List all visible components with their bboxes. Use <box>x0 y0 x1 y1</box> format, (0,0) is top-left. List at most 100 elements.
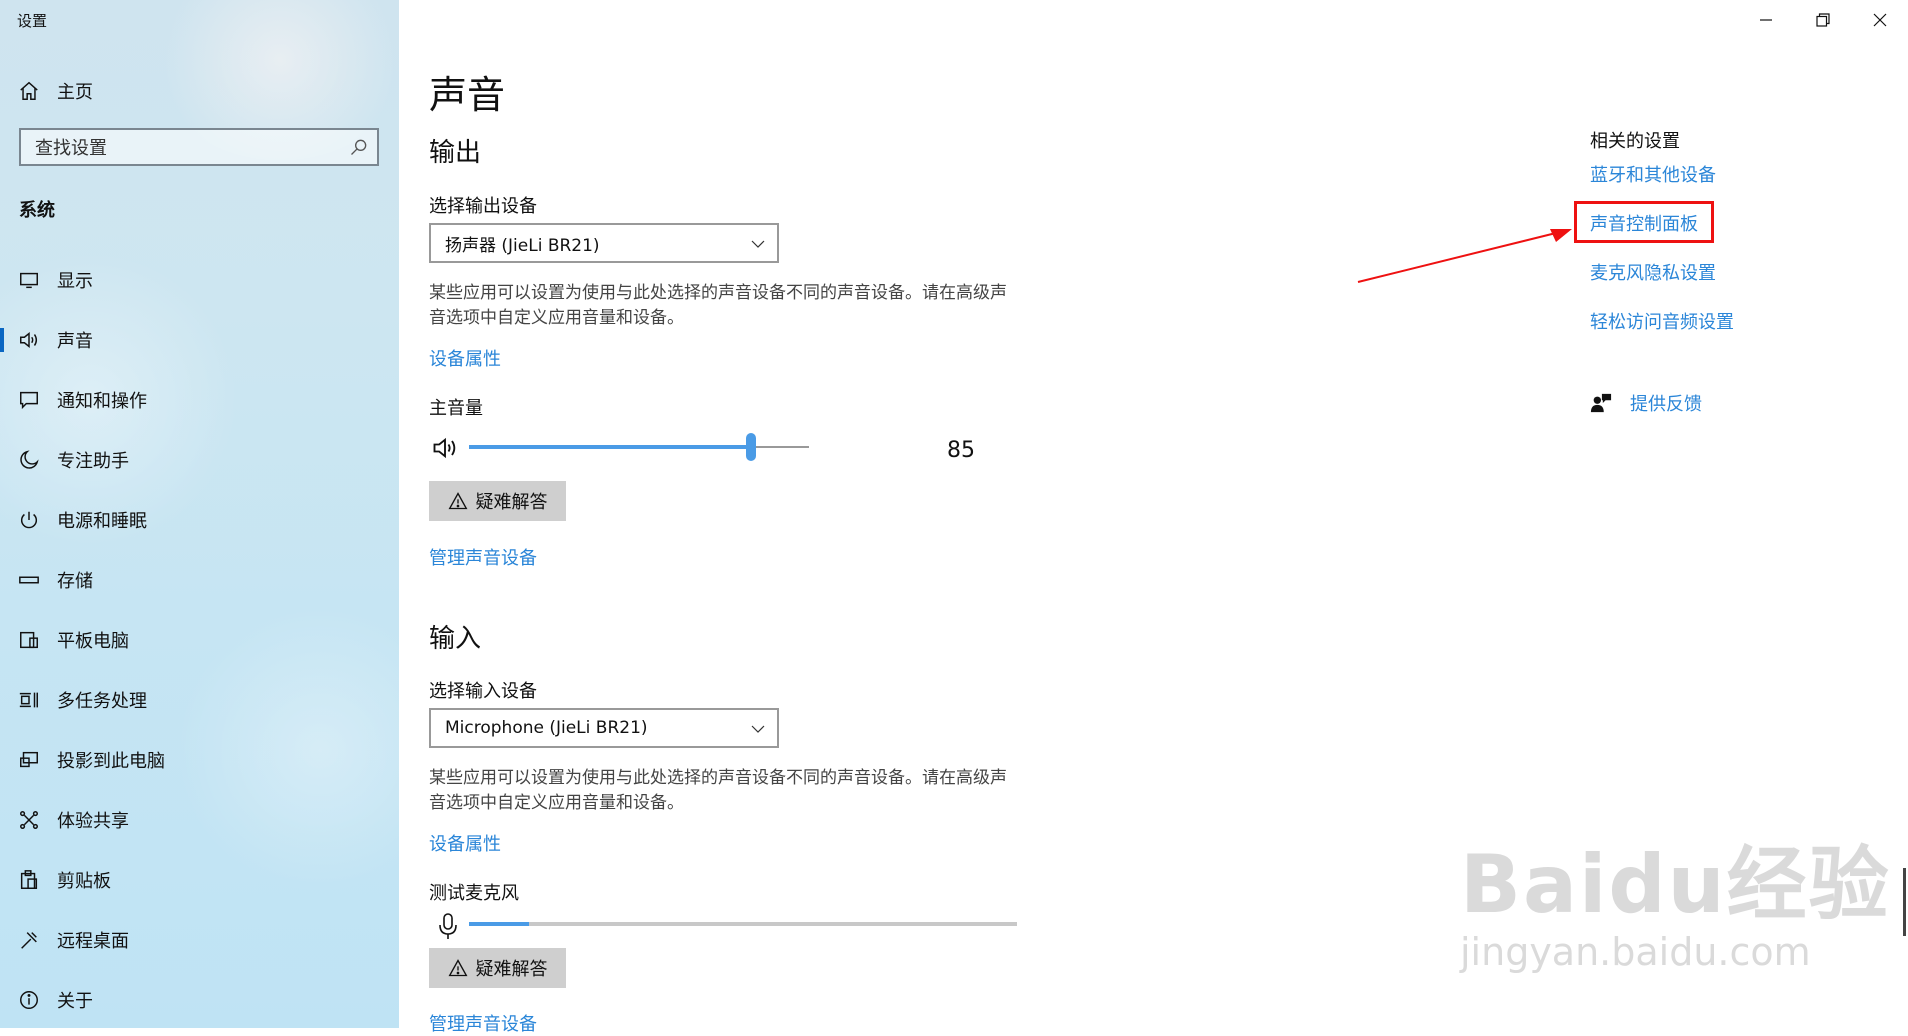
sidebar-item-about[interactable]: 关于 <box>0 970 399 1028</box>
power-icon <box>20 511 38 529</box>
troubleshoot-label: 疑难解答 <box>475 492 548 513</box>
sidebar-item-power[interactable]: 电源和睡眠 <box>0 490 399 550</box>
close-icon <box>1873 13 1887 27</box>
output-device-label: 选择输出设备 <box>429 196 537 217</box>
sidebar-item-display[interactable]: 显示 <box>0 250 399 310</box>
highlight-annotation-box <box>1574 201 1714 243</box>
info-icon <box>20 991 38 1009</box>
scrollbar[interactable] <box>1903 868 1906 936</box>
search-icon <box>351 139 367 155</box>
sidebar-item-notifications[interactable]: 通知和操作 <box>0 370 399 430</box>
sidebar-item-label: 远程桌面 <box>57 931 129 952</box>
output-troubleshoot-button[interactable]: 疑难解答 <box>429 481 566 521</box>
annotation-arrow-icon <box>1357 229 1572 283</box>
sidebar: 设置 主页 系统 显示 声音 通知和操作 专注助手 <box>0 0 399 1028</box>
master-volume-label: 主音量 <box>429 398 483 419</box>
output-device-dropdown[interactable]: 扬声器 (JieLi BR21) <box>429 223 779 263</box>
watermark-brand: Baidu经验 <box>1460 838 1891 931</box>
input-device-label: 选择输入设备 <box>429 681 537 702</box>
give-feedback-label: 提供反馈 <box>1630 394 1702 415</box>
input-troubleshoot-button[interactable]: 疑难解答 <box>429 948 566 988</box>
watermark-url: jingyan.baidu.com <box>1460 930 1811 974</box>
sidebar-item-label: 声音 <box>57 331 93 352</box>
sidebar-item-label: 剪贴板 <box>57 871 111 892</box>
ease-of-access-audio-link[interactable]: 轻松访问音频设置 <box>1590 308 1734 334</box>
sidebar-item-label: 电源和睡眠 <box>57 511 147 532</box>
related-settings-heading: 相关的设置 <box>1590 131 1680 152</box>
watermark: Baidu经验 jingyan.baidu.com <box>1460 820 1891 974</box>
sidebar-item-tablet[interactable]: 平板电脑 <box>0 610 399 670</box>
chevron-down-icon <box>751 725 765 733</box>
sidebar-item-sound[interactable]: 声音 <box>0 310 399 370</box>
output-description: 某些应用可以设置为使用与此处选择的声音设备不同的声音设备。请在高级声音选项中自定… <box>429 283 1007 328</box>
output-heading: 输出 <box>429 138 482 168</box>
sidebar-item-label: 存储 <box>57 571 93 592</box>
manage-input-devices-link[interactable]: 管理声音设备 <box>429 1010 537 1036</box>
clipboard-icon <box>20 870 38 889</box>
sidebar-item-project[interactable]: 投影到此电脑 <box>0 730 399 790</box>
sidebar-item-remote-desktop[interactable]: 远程桌面 <box>0 910 399 970</box>
slider-fill <box>469 445 752 449</box>
sidebar-item-clipboard[interactable]: 剪贴板 <box>0 850 399 910</box>
warning-icon <box>448 959 467 977</box>
tablet-icon <box>20 631 38 649</box>
window-title: 设置 <box>17 12 48 30</box>
sidebar-item-label: 体验共享 <box>57 811 129 832</box>
project-icon <box>20 751 38 768</box>
microphone-icon <box>439 913 457 939</box>
sidebar-item-label: 投影到此电脑 <box>57 751 165 772</box>
output-device-properties-link[interactable]: 设备属性 <box>429 345 501 371</box>
sidebar-item-label: 平板电脑 <box>57 631 129 652</box>
speaker-icon[interactable] <box>431 434 459 462</box>
test-microphone-label: 测试麦克风 <box>429 883 519 904</box>
output-device-value: 扬声器 (JieLi BR21) <box>445 235 600 256</box>
sidebar-item-label: 显示 <box>57 271 93 292</box>
sidebar-item-label: 关于 <box>57 991 93 1012</box>
share-icon <box>20 811 38 829</box>
input-description: 某些应用可以设置为使用与此处选择的声音设备不同的声音设备。请在高级声音选项中自定… <box>429 768 1007 813</box>
search-input[interactable] <box>33 130 347 166</box>
microphone-level-fill <box>469 922 530 926</box>
sidebar-item-label: 通知和操作 <box>57 391 147 412</box>
display-icon <box>20 272 38 289</box>
minimize-icon <box>1760 19 1772 21</box>
feedback-icon <box>1590 393 1612 413</box>
restore-icon <box>1816 13 1830 27</box>
sidebar-item-multitasking[interactable]: 多任务处理 <box>0 670 399 730</box>
sidebar-home[interactable]: 主页 <box>18 76 93 106</box>
troubleshoot-label: 疑难解答 <box>475 959 548 980</box>
remote-desktop-icon <box>21 932 37 949</box>
input-device-value: Microphone (JieLi BR21) <box>445 718 648 738</box>
master-volume-slider[interactable] <box>469 433 809 461</box>
manage-sound-devices-link[interactable]: 管理声音设备 <box>429 544 537 570</box>
restore-button[interactable] <box>1795 0 1851 40</box>
chevron-down-icon <box>751 240 765 248</box>
close-button[interactable] <box>1852 0 1908 40</box>
slider-thumb[interactable] <box>746 433 757 461</box>
search-box[interactable] <box>19 128 379 166</box>
moon-icon <box>20 450 39 469</box>
sidebar-nav: 显示 声音 通知和操作 专注助手 电源和睡眠 存储 平板电脑 多任务处理 投影到… <box>0 250 399 1028</box>
sidebar-item-storage[interactable]: 存储 <box>0 550 399 610</box>
sidebar-item-label: 多任务处理 <box>57 691 147 712</box>
input-device-dropdown[interactable]: Microphone (JieLi BR21) <box>429 708 779 748</box>
sidebar-section-title: 系统 <box>19 200 55 221</box>
minimize-button[interactable] <box>1738 0 1794 40</box>
page-title: 声音 <box>429 73 506 117</box>
microphone-level-meter <box>469 922 1017 926</box>
bluetooth-devices-link[interactable]: 蓝牙和其他设备 <box>1590 161 1716 187</box>
notification-icon <box>20 391 38 410</box>
input-device-properties-link[interactable]: 设备属性 <box>429 830 501 856</box>
sidebar-home-label: 主页 <box>57 82 93 103</box>
storage-icon <box>19 576 39 584</box>
speaker-icon <box>20 332 38 348</box>
give-feedback[interactable]: 提供反馈 <box>1590 390 1702 416</box>
multitask-icon <box>19 692 38 708</box>
microphone-privacy-link[interactable]: 麦克风隐私设置 <box>1590 259 1716 285</box>
sidebar-item-focus[interactable]: 专注助手 <box>0 430 399 490</box>
home-icon <box>20 81 38 100</box>
warning-icon <box>448 492 467 510</box>
sidebar-item-shared-experiences[interactable]: 体验共享 <box>0 790 399 850</box>
input-heading: 输入 <box>429 624 482 654</box>
sidebar-item-label: 专注助手 <box>57 451 129 472</box>
